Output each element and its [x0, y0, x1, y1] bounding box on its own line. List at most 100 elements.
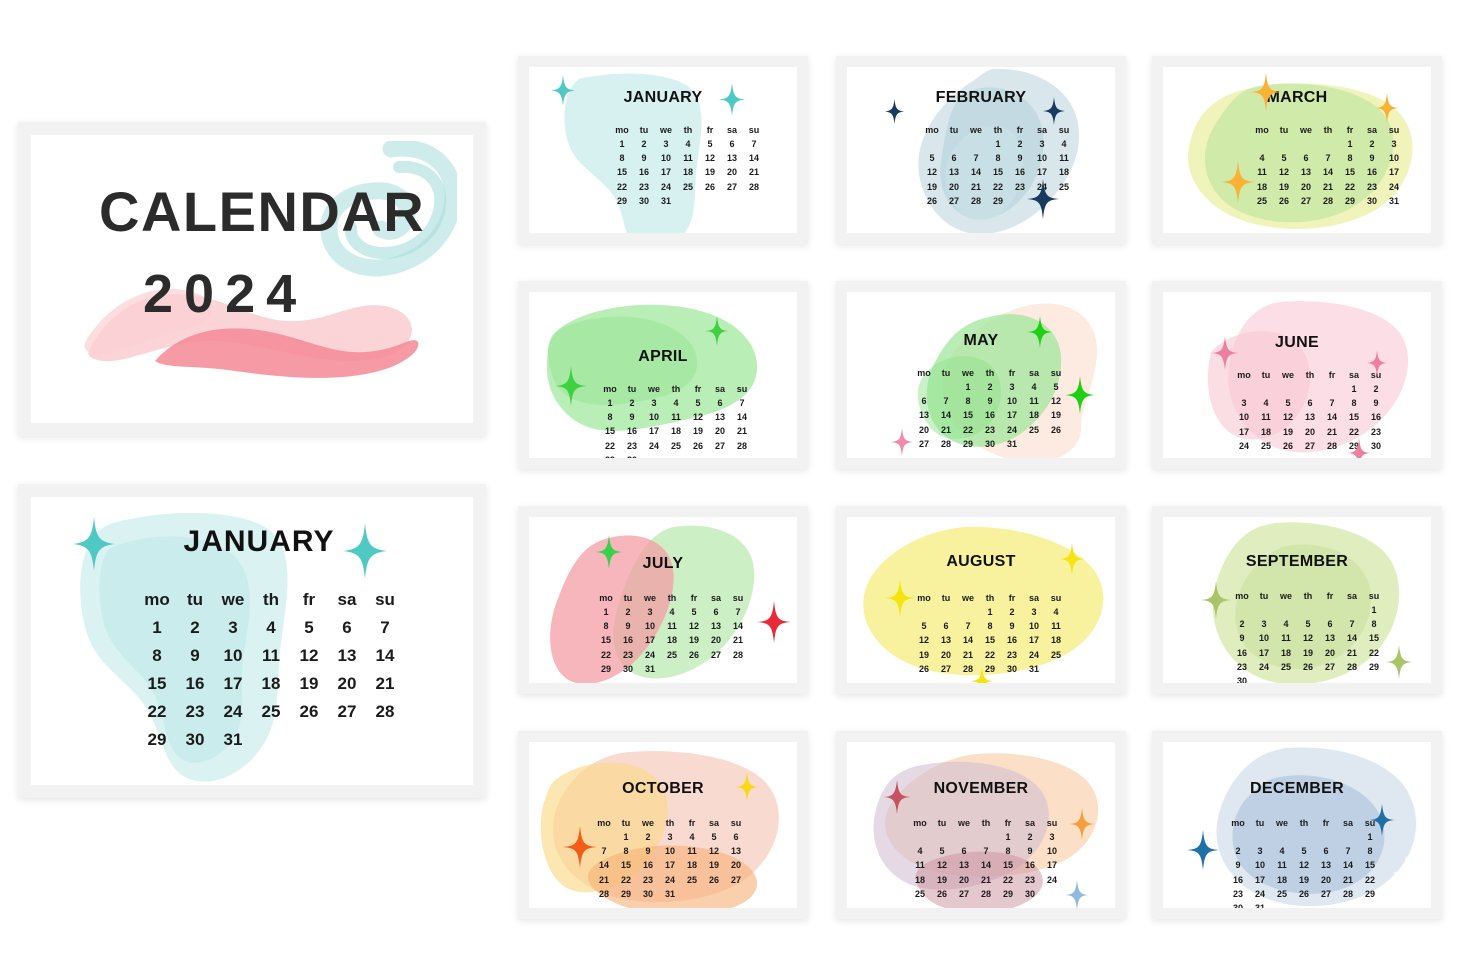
day-cell[interactable]: 25 — [909, 887, 931, 901]
day-cell[interactable]: 21 — [1337, 873, 1359, 887]
day-cell[interactable]: 1 — [599, 396, 621, 410]
day-cell[interactable]: 27 — [913, 437, 935, 451]
month-card-november[interactable]: NOVEMBER mo tu we th fr sa su 1 2 3 4 5 6 7 8 9 10 11 12 13 1… — [836, 731, 1126, 919]
day-cell[interactable]: 10 — [659, 844, 681, 858]
day-cell[interactable]: 1 — [615, 830, 637, 844]
day-cell[interactable]: 15 — [979, 633, 1001, 647]
day-cell[interactable]: 19 — [1045, 408, 1067, 422]
day-cell[interactable]: 21 — [957, 648, 979, 662]
day-cell[interactable]: 7 — [743, 137, 765, 151]
day-cell[interactable]: 29 — [599, 453, 621, 458]
day-cell[interactable]: 24 — [215, 699, 251, 725]
day-cell[interactable]: 10 — [1041, 844, 1063, 858]
day-cell[interactable]: 22 — [1359, 873, 1381, 887]
day-cell[interactable]: 5 — [913, 619, 935, 633]
day-cell[interactable]: 28 — [1321, 439, 1343, 453]
day-cell[interactable]: 29 — [139, 727, 175, 753]
day-cell[interactable]: 13 — [1299, 410, 1321, 424]
day-cell[interactable]: 5 — [1277, 396, 1299, 410]
day-cell[interactable]: 15 — [595, 633, 617, 647]
day-cell[interactable]: 14 — [975, 858, 997, 872]
day-cell[interactable]: 11 — [1023, 394, 1045, 408]
month-card-july[interactable]: JULY mo tu we th fr sa su 1 2 3 4 5 6 7 8 9 10 11 12 13 14 15 1… — [518, 506, 808, 694]
day-cell[interactable]: 11 — [1251, 165, 1273, 179]
day-cell[interactable]: 30 — [637, 887, 659, 901]
day-cell[interactable]: 7 — [1321, 396, 1343, 410]
day-cell[interactable]: 11 — [1271, 858, 1293, 872]
day-cell[interactable]: 15 — [1343, 410, 1365, 424]
day-cell[interactable]: 18 — [1023, 408, 1045, 422]
day-cell[interactable]: 18 — [253, 671, 289, 697]
day-cell[interactable]: 21 — [1341, 646, 1363, 660]
day-cell[interactable]: 21 — [1317, 180, 1339, 194]
day-cell[interactable]: 21 — [965, 180, 987, 194]
day-cell[interactable]: 25 — [681, 873, 703, 887]
day-cell[interactable]: 10 — [1031, 151, 1053, 165]
day-cell[interactable]: 26 — [1277, 439, 1299, 453]
day-cell[interactable]: 18 — [661, 633, 683, 647]
day-cell[interactable]: 12 — [921, 165, 943, 179]
day-cell[interactable]: 1 — [139, 615, 175, 641]
day-cell[interactable]: 8 — [615, 844, 637, 858]
day-cell[interactable]: 30 — [1361, 194, 1383, 208]
day-cell[interactable]: 23 — [1019, 873, 1041, 887]
day-cell[interactable]: 17 — [215, 671, 251, 697]
day-cell[interactable]: 27 — [943, 194, 965, 208]
day-cell[interactable]: 10 — [215, 643, 251, 669]
day-cell[interactable]: 26 — [703, 873, 725, 887]
day-cell[interactable]: 25 — [1271, 887, 1293, 901]
day-cell[interactable]: 4 — [909, 844, 931, 858]
day-cell[interactable]: 3 — [1023, 605, 1045, 619]
day-cell[interactable]: 18 — [1045, 633, 1067, 647]
day-cell[interactable]: 3 — [215, 615, 251, 641]
day-cell[interactable]: 7 — [731, 396, 753, 410]
day-cell[interactable]: 17 — [1041, 858, 1063, 872]
day-cell[interactable]: 1 — [1363, 603, 1385, 617]
day-cell[interactable]: 29 — [997, 887, 1019, 901]
day-cell[interactable]: 22 — [611, 180, 633, 194]
day-cell[interactable]: 19 — [687, 424, 709, 438]
day-cell[interactable]: 28 — [593, 887, 615, 901]
day-cell[interactable]: 17 — [1249, 873, 1271, 887]
day-cell[interactable]: 13 — [705, 619, 727, 633]
day-cell[interactable]: 11 — [677, 151, 699, 165]
day-cell[interactable]: 12 — [1273, 165, 1295, 179]
day-cell[interactable]: 11 — [253, 643, 289, 669]
day-cell[interactable]: 28 — [743, 180, 765, 194]
day-cell[interactable]: 26 — [1273, 194, 1295, 208]
day-cell[interactable]: 12 — [683, 619, 705, 633]
day-cell[interactable]: 18 — [1251, 180, 1273, 194]
day-cell[interactable]: 2 — [1001, 605, 1023, 619]
day-cell[interactable]: 28 — [727, 648, 749, 662]
day-cell[interactable]: 1 — [1339, 137, 1361, 151]
day-cell[interactable]: 27 — [721, 180, 743, 194]
day-cell[interactable]: 28 — [935, 437, 957, 451]
day-cell[interactable]: 5 — [683, 605, 705, 619]
day-cell[interactable]: 30 — [1365, 439, 1387, 453]
day-cell[interactable]: 8 — [1343, 396, 1365, 410]
day-cell[interactable]: 4 — [661, 605, 683, 619]
day-cell[interactable]: 17 — [1023, 633, 1045, 647]
day-cell[interactable]: 19 — [699, 165, 721, 179]
day-cell[interactable]: 20 — [943, 180, 965, 194]
day-cell[interactable]: 4 — [1271, 844, 1293, 858]
day-cell[interactable]: 30 — [633, 194, 655, 208]
day-cell[interactable]: 4 — [253, 615, 289, 641]
day-cell[interactable]: 4 — [1045, 605, 1067, 619]
day-cell[interactable]: 19 — [683, 633, 705, 647]
day-cell[interactable]: 29 — [987, 194, 1009, 208]
day-cell[interactable]: 30 — [1001, 662, 1023, 676]
day-cell[interactable]: 15 — [611, 165, 633, 179]
day-cell[interactable]: 13 — [709, 410, 731, 424]
day-cell[interactable]: 29 — [615, 887, 637, 901]
day-cell[interactable]: 7 — [935, 394, 957, 408]
day-cell[interactable]: 7 — [1317, 151, 1339, 165]
day-cell[interactable]: 10 — [643, 410, 665, 424]
day-cell[interactable]: 17 — [659, 858, 681, 872]
day-cell[interactable]: 25 — [1255, 439, 1277, 453]
day-cell[interactable]: 4 — [1255, 396, 1277, 410]
day-cell[interactable]: 23 — [1361, 180, 1383, 194]
day-cell[interactable]: 25 — [1045, 648, 1067, 662]
day-cell[interactable]: 2 — [1361, 137, 1383, 151]
day-cell[interactable]: 12 — [1277, 410, 1299, 424]
